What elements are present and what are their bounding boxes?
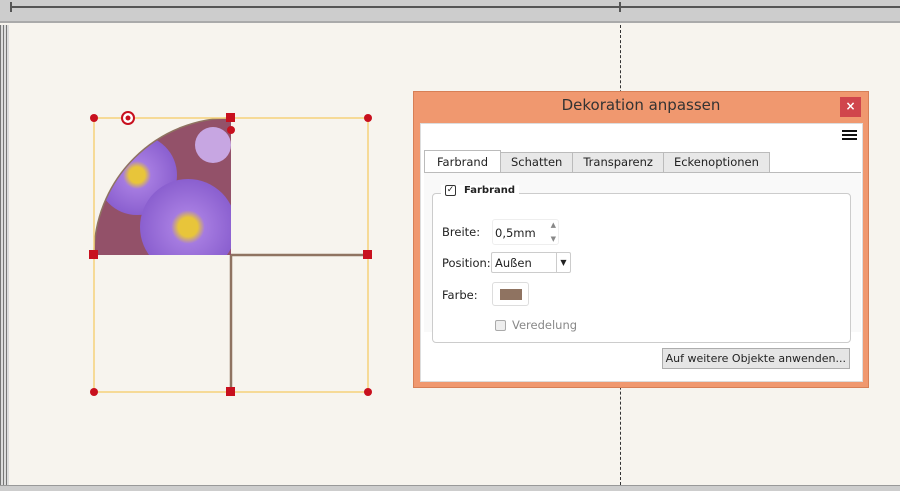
position-label: Position: (442, 256, 491, 270)
apply-to-other-objects-button[interactable]: Auf weitere Objekte anwenden... (661, 348, 850, 369)
farbe-label: Farbe: (442, 288, 478, 302)
color-picker-button[interactable] (492, 282, 529, 306)
decoration-dialog: Dekoration anpassen × Farbrand Schatten … (413, 91, 869, 388)
farbrand-checkbox[interactable]: ✓ (445, 185, 456, 196)
tab-schatten[interactable]: Schatten (500, 152, 574, 173)
position-value: Außen (495, 256, 532, 270)
farbrand-group: ✓ Farbrand Breite: 0,5mm ▲ ▼ Position: Auße… (432, 185, 851, 343)
chevron-down-icon: ▼ (556, 253, 570, 272)
veredelung-label: Veredelung (512, 318, 578, 332)
position-select[interactable]: Außen ▼ (491, 252, 571, 273)
selected-image-object[interactable] (85, 105, 375, 400)
flower-photo (94, 118, 231, 255)
page-edge (0, 25, 9, 491)
down-arrow-icon[interactable]: ▼ (551, 235, 556, 243)
color-swatch (500, 289, 522, 300)
group-label: Farbrand (464, 185, 516, 196)
tab-eckenoptionen[interactable]: Eckenoptionen (662, 152, 770, 173)
tab-farbrand[interactable]: Farbrand (424, 150, 501, 174)
tab-transparenz[interactable]: Transparenz (572, 152, 664, 173)
bottom-bar (0, 485, 900, 491)
ruler (0, 0, 900, 23)
dialog-title: Dekoration anpassen (561, 96, 721, 114)
close-button[interactable]: × (840, 97, 861, 117)
breite-stepper[interactable]: 0,5mm ▲ ▼ (492, 219, 559, 245)
breite-value: 0,5mm (495, 226, 536, 240)
up-arrow-icon[interactable]: ▲ (551, 221, 556, 229)
move-icon[interactable] (121, 111, 135, 125)
breite-label: Breite: (442, 225, 481, 239)
menu-icon[interactable] (842, 130, 857, 142)
veredelung-checkbox[interactable]: Veredelung (495, 318, 577, 332)
